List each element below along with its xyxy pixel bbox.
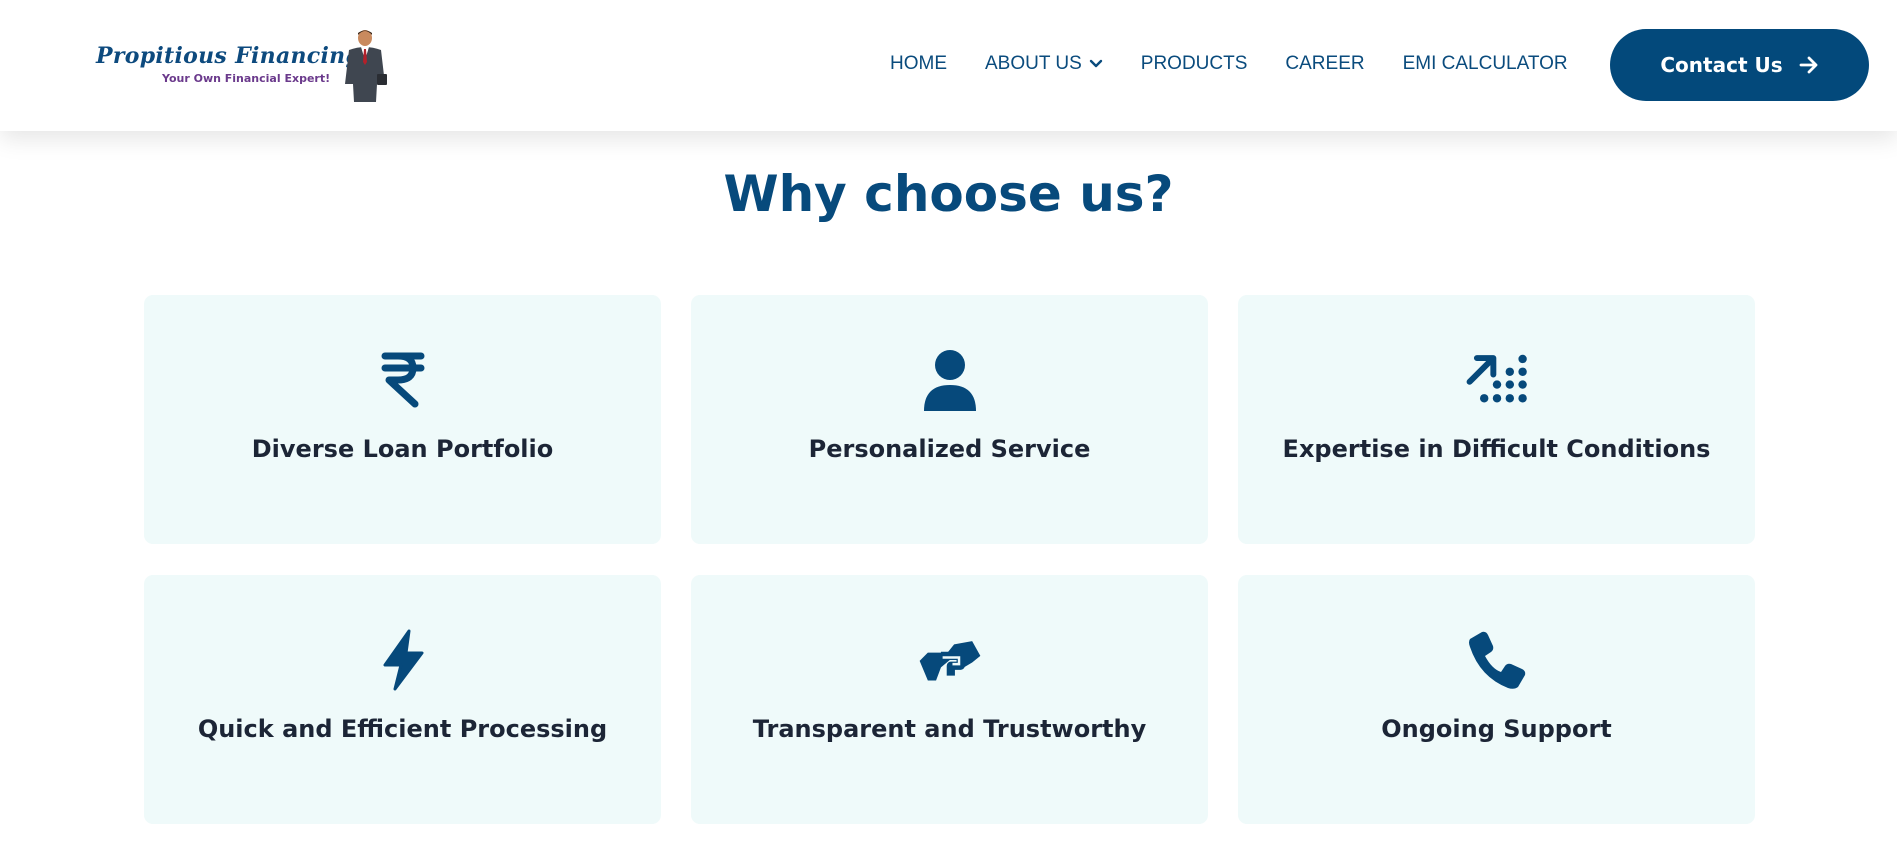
feature-card-loan-portfolio: Diverse Loan Portfolio [144,295,661,544]
nav-products[interactable]: PRODUCTS [1141,53,1248,75]
brand-name: Propitious Financing [96,43,362,69]
chevron-down-icon [1089,59,1102,68]
feature-card-transparent: Transparent and Trustworthy [691,575,1208,824]
section-title: Why choose us? [723,165,1174,223]
feature-card-quick-processing: Quick and Efficient Processing [144,575,661,824]
site-header: Propitious Financing Your Own Financial … [0,0,1897,131]
main-nav: HOME ABOUT US PRODUCTS CAREER EMI CALCUL… [890,52,1568,76]
rupee-icon [371,348,435,412]
features-grid: Diverse Loan Portfolio Personalized Serv… [144,295,1755,824]
feature-card-expertise: Expertise in Difficult Conditions [1238,295,1755,544]
brand-tagline: Your Own Financial Expert! [162,72,331,85]
feature-title: Expertise in Difficult Conditions [1282,435,1711,463]
phone-icon [1465,628,1529,692]
contact-us-button[interactable]: Contact Us [1610,29,1869,101]
nav-about-us-label: ABOUT US [985,53,1082,74]
nav-about-us[interactable]: ABOUT US [985,53,1103,75]
feature-title: Ongoing Support [1381,715,1612,743]
contact-us-label: Contact Us [1660,53,1783,77]
lightning-icon [371,628,435,692]
businessman-logo-icon [345,30,387,102]
nav-career[interactable]: CAREER [1285,53,1364,75]
growth-arrow-icon [1465,348,1529,412]
arrow-right-icon [1799,56,1818,74]
feature-title: Transparent and Trustworthy [752,715,1147,743]
brand-logo[interactable]: Propitious Financing Your Own Financial … [94,26,394,106]
feature-card-ongoing-support: Ongoing Support [1238,575,1755,824]
feature-title: Diverse Loan Portfolio [251,435,554,463]
feature-card-personalized-service: Personalized Service [691,295,1208,544]
feature-title: Personalized Service [808,435,1091,463]
user-icon [918,348,982,412]
nav-emi-calculator[interactable]: EMI CALCULATOR [1403,53,1568,75]
handshake-icon [918,628,982,692]
feature-title: Quick and Efficient Processing [197,715,608,743]
nav-home[interactable]: HOME [890,53,947,75]
